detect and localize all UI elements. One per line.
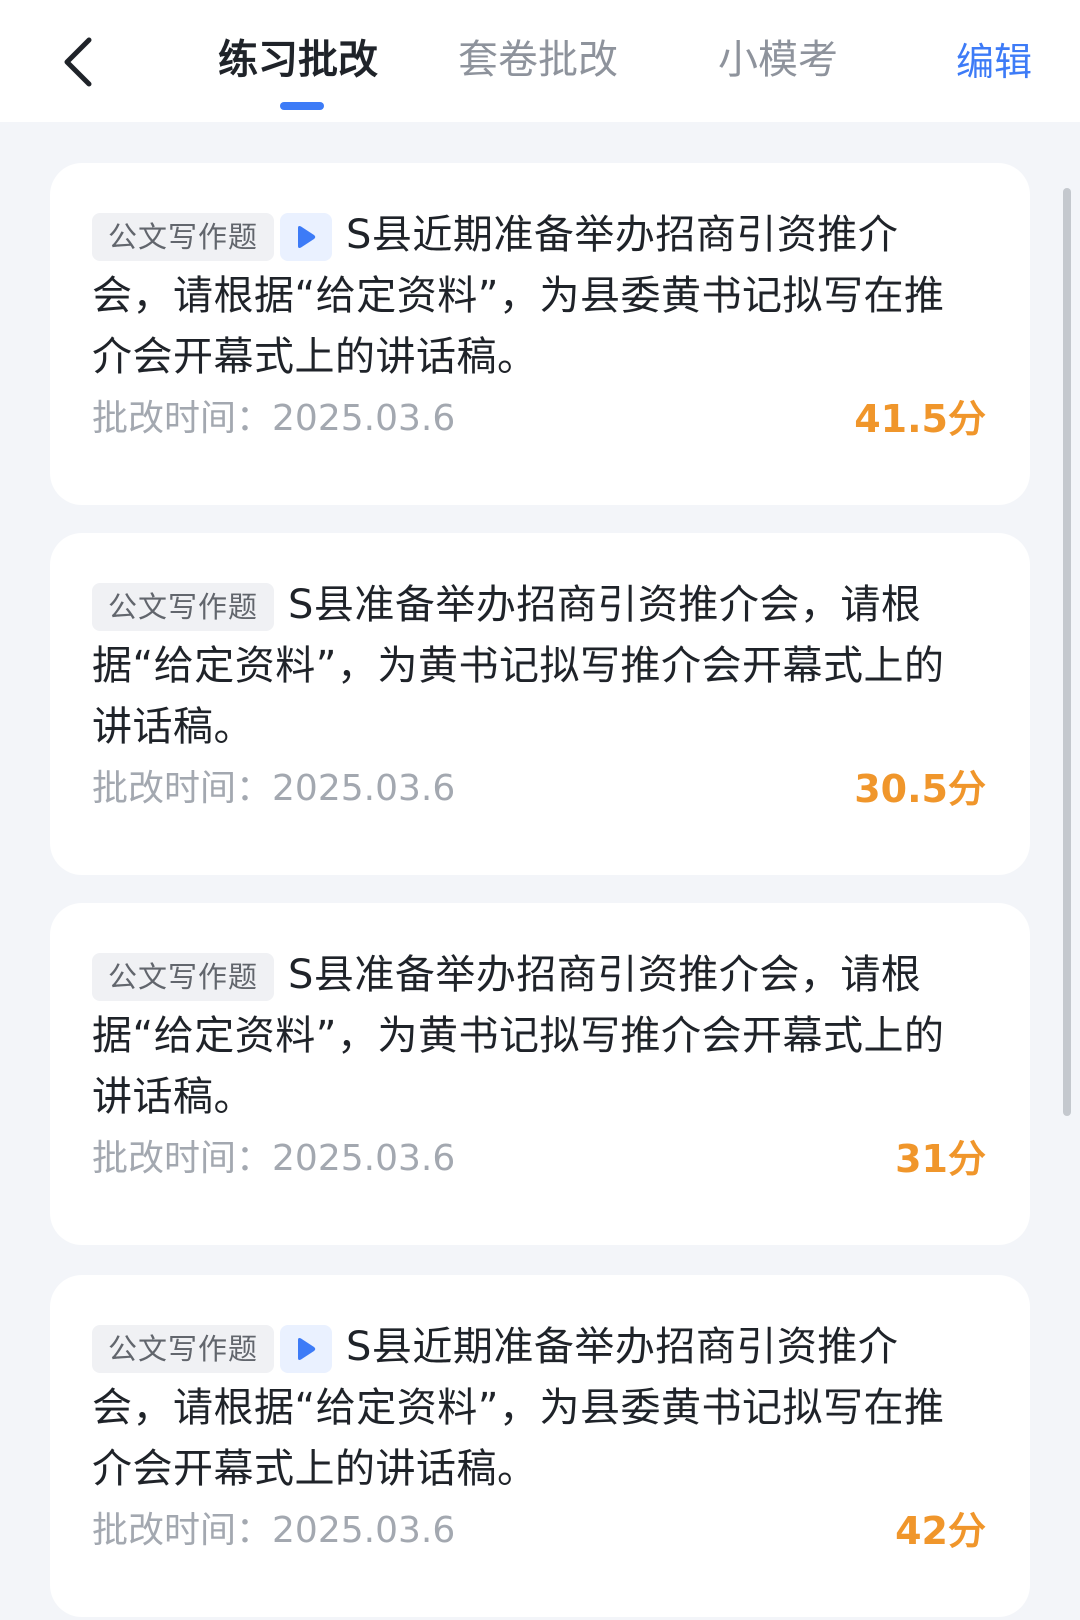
active-tab-indicator [280,102,324,110]
scrollbar[interactable] [1063,188,1071,1116]
card-title: 公文写作题 S县近期准备举办招商引资推介会，请根据“给定资料”，为县委黄书记拟写在… [92,1317,962,1500]
grading-time: 批改时间：2025.03.6 [92,1507,455,1555]
grading-record-card[interactable]: 公文写作题 S县准备举办招商引资推介会，请根据“给定资料”，为黄书记拟写推介会开幕… [50,533,1030,875]
score: 41.5分 [854,397,986,441]
play-icon [298,1338,316,1360]
grading-time-label: 批改时间： [92,1510,273,1551]
grading-time-value: 2025.03.6 [272,1510,456,1551]
card-title: 公文写作题 S县近期准备举办招商引资推介会，请根据“给定资料”，为县委黄书记拟写在… [92,205,962,388]
question-type-tag: 公文写作题 [92,953,275,1001]
score: 31分 [895,1137,986,1181]
grading-time-label: 批改时间： [92,768,273,809]
grading-time-label: 批改时间： [92,1138,273,1179]
score: 42分 [895,1509,986,1553]
play-icon [298,226,316,248]
grading-record-card[interactable]: 公文写作题 S县近期准备举办招商引资推介会，请根据“给定资料”，为县委黄书记拟写在… [50,163,1030,505]
question-type-tag: 公文写作题 [92,1325,275,1373]
top-nav-bar: 练习批改 套卷批改 小模考 编辑 [0,0,1080,122]
edit-button[interactable]: 编辑 [956,34,1032,90]
chevron-left-icon [64,37,92,87]
grading-time: 批改时间：2025.03.6 [92,765,455,813]
question-type-tag: 公文写作题 [92,583,275,631]
video-badge [280,1325,333,1373]
grading-time-value: 2025.03.6 [272,398,456,439]
grading-time: 批改时间：2025.03.6 [92,1135,455,1183]
grading-record-card[interactable]: 公文写作题 S县准备举办招商引资推介会，请根据“给定资料”，为黄书记拟写推介会开幕… [50,903,1030,1245]
question-type-tag: 公文写作题 [92,213,275,261]
grading-time-value: 2025.03.6 [272,1138,456,1179]
grading-record-card[interactable]: 公文写作题 S县近期准备举办招商引资推介会，请根据“给定资料”，为县委黄书记拟写在… [50,1275,1030,1617]
grading-time-label: 批改时间： [92,398,273,439]
tab-mini-mock[interactable]: 小模考 [718,32,838,88]
card-title: 公文写作题 S县准备举办招商引资推介会，请根据“给定资料”，为黄书记拟写推介会开幕… [92,575,962,758]
card-title: 公文写作题 S县准备举办招商引资推介会，请根据“给定资料”，为黄书记拟写推介会开幕… [92,945,962,1128]
grading-time: 批改时间：2025.03.6 [92,395,455,443]
score: 30.5分 [854,767,986,811]
video-badge [280,213,333,261]
back-button[interactable] [50,32,106,92]
grading-time-value: 2025.03.6 [272,768,456,809]
tab-paper-grading[interactable]: 套卷批改 [458,32,618,88]
tab-practice-grading[interactable]: 练习批改 [218,32,378,88]
